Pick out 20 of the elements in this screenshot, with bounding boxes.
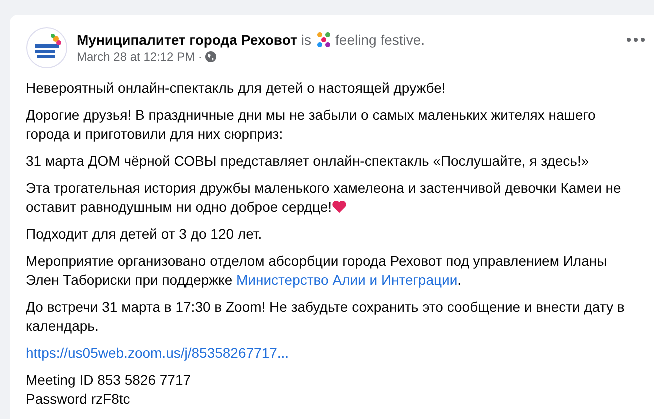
activity-text: feeling festive. <box>336 32 426 48</box>
meeting-detail-text: Password rzF8tc <box>26 390 130 409</box>
post-paragraph: Подходит для детей от 3 до 120 лет. <box>26 225 264 244</box>
page-avatar-icon[interactable] <box>26 27 68 69</box>
page-name-link[interactable]: Муниципалитет города Реховот <box>77 32 298 48</box>
heart-icon <box>332 200 347 214</box>
post-paragraph: 31 марта ДОМ чёрной СОВЫ представляет онлайн-спектакль «Послушайте, я здесь!» <box>26 152 590 171</box>
post-paragraph: Невероятный онлайн-спектакль для детей о настоящей дружбе! <box>26 79 447 98</box>
activity-text: is <box>301 32 312 48</box>
confetti-icon <box>316 32 332 48</box>
post-paragraph: Мероприятие организовано отделом абсорбции города Реховот под управлением Иланы Элен Табориски при поддержке Министерство Алии и Интеграции. <box>26 252 608 290</box>
post-time-link[interactable]: March 28 at 12:12 PM · <box>77 50 202 64</box>
more-options-icon[interactable] <box>626 37 646 43</box>
globe-icon <box>205 51 218 63</box>
meeting-detail-text: Meeting ID 853 5826 7717 <box>26 371 192 390</box>
post-paragraph: Эта трогательная история дружбы маленького хамелеона и застенчивой девочки Камеи не оставит равнодушным ни одно доброе сердце! <box>26 179 622 217</box>
text-link[interactable]: Министерство Алии и Интеграции <box>236 272 458 288</box>
post-paragraph: Дорогие друзья! В праздничные дни мы не забыли о самых маленьких жителях нашего города и приготовили для них сюрприз: <box>26 106 597 144</box>
text-link[interactable]: https://us05web.zoom.us/j/85358267717... <box>26 345 290 361</box>
post-paragraph: До встречи 31 марта в 17:30 в Zoom! Не забудьте сохранить это сообщение и внести дату в календарь. <box>26 298 626 336</box>
